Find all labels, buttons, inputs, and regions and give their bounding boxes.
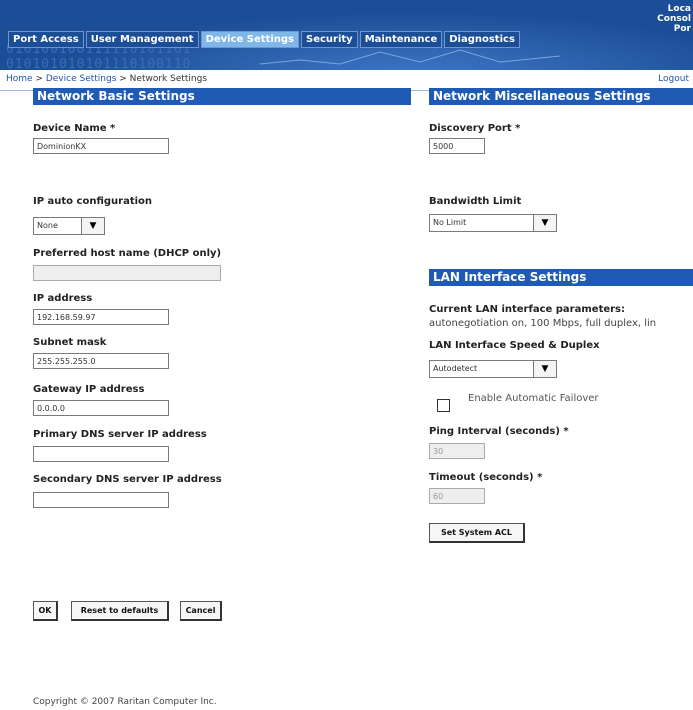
header-line-3: Por bbox=[673, 24, 691, 34]
app-header: 010100100111110101101 010101010101110100… bbox=[0, 0, 693, 70]
bandwidth-limit-select[interactable]: No Limit ▼ bbox=[429, 214, 557, 232]
lan-interface-settings-header: LAN Interface Settings bbox=[429, 269, 693, 286]
cancel-button[interactable]: Cancel bbox=[180, 601, 222, 621]
set-system-acl-button[interactable]: Set System ACL bbox=[429, 523, 525, 543]
ping-interval-input[interactable]: 30 bbox=[429, 443, 485, 459]
enable-failover-checkbox[interactable] bbox=[437, 399, 450, 412]
breadcrumb-separator: > bbox=[116, 74, 130, 84]
bandwidth-limit-label: Bandwidth Limit bbox=[429, 196, 522, 207]
header-console-info: Loca Consol Por bbox=[657, 4, 691, 34]
breadcrumb-separator: > bbox=[32, 74, 46, 84]
discovery-port-input[interactable]: 5000 bbox=[429, 138, 485, 154]
dropdown-arrow-icon[interactable]: ▼ bbox=[81, 218, 104, 234]
timeout-label: Timeout (seconds) * bbox=[429, 472, 543, 483]
bandwidth-limit-value: No Limit bbox=[433, 218, 467, 227]
subnet-mask-label: Subnet mask bbox=[33, 337, 107, 348]
preferred-host-input[interactable] bbox=[33, 265, 221, 281]
tab-user-management[interactable]: User Management bbox=[85, 31, 199, 48]
header-line-2: Consol bbox=[657, 14, 691, 24]
tab-security[interactable]: Security bbox=[301, 31, 358, 48]
ip-address-input[interactable]: 192.168.59.97 bbox=[33, 309, 169, 325]
tab-port-access[interactable]: Port Access bbox=[8, 31, 84, 48]
logout-link[interactable]: Logout bbox=[658, 74, 689, 84]
lan-speed-duplex-select[interactable]: Autodetect ▼ bbox=[429, 360, 557, 378]
subnet-mask-input[interactable]: 255.255.255.0 bbox=[33, 353, 169, 369]
enable-failover-label: Enable Automatic Failover bbox=[468, 393, 599, 404]
breadcrumb: Home > Device Settings > Network Setting… bbox=[6, 74, 207, 84]
network-basic-settings-header: Network Basic Settings bbox=[33, 88, 411, 105]
tab-maintenance[interactable]: Maintenance bbox=[359, 31, 443, 48]
gateway-label: Gateway IP address bbox=[33, 384, 145, 395]
breadcrumb-device-settings-link[interactable]: Device Settings bbox=[46, 74, 117, 84]
breadcrumb-home-link[interactable]: Home bbox=[6, 74, 33, 84]
binary-line-2: 010101010101110100110 bbox=[6, 57, 192, 70]
gateway-input[interactable]: 0.0.0.0 bbox=[33, 400, 169, 416]
discovery-port-label: Discovery Port * bbox=[429, 123, 521, 134]
tab-diagnostics[interactable]: Diagnostics bbox=[444, 31, 520, 48]
ip-auto-config-value: None bbox=[37, 221, 58, 230]
timeout-input[interactable]: 60 bbox=[429, 488, 485, 504]
current-lan-params-label: Current LAN interface parameters: bbox=[429, 304, 626, 315]
tab-device-settings[interactable]: Device Settings bbox=[200, 31, 300, 48]
primary-dns-input[interactable] bbox=[33, 446, 169, 462]
lan-speed-duplex-label: LAN Interface Speed & Duplex bbox=[429, 340, 600, 351]
secondary-dns-input[interactable] bbox=[33, 492, 169, 508]
network-misc-settings-header: Network Miscellaneous Settings bbox=[429, 88, 693, 105]
ip-auto-config-select[interactable]: None ▼ bbox=[33, 217, 105, 235]
lan-speed-duplex-value: Autodetect bbox=[433, 364, 478, 373]
dropdown-arrow-icon[interactable]: ▼ bbox=[533, 215, 556, 231]
header-wave-decoration bbox=[260, 49, 560, 65]
reset-to-defaults-button[interactable]: Reset to defaults bbox=[71, 601, 169, 621]
device-name-label: Device Name * bbox=[33, 123, 116, 134]
header-line-1: Loca bbox=[667, 4, 691, 14]
copyright-text: Copyright © 2007 Raritan Computer Inc. bbox=[33, 697, 217, 707]
device-name-input[interactable]: DominionKX bbox=[33, 138, 169, 154]
primary-dns-label: Primary DNS server IP address bbox=[33, 429, 207, 440]
current-lan-params-value: autonegotiation on, 100 Mbps, full duple… bbox=[429, 318, 657, 329]
ping-interval-label: Ping Interval (seconds) * bbox=[429, 426, 569, 437]
ip-address-label: IP address bbox=[33, 293, 93, 304]
main-nav: Port Access User Management Device Setti… bbox=[8, 31, 522, 48]
breadcrumb-current: Network Settings bbox=[129, 74, 208, 84]
ok-button[interactable]: OK bbox=[33, 601, 58, 621]
preferred-host-label: Preferred host name (DHCP only) bbox=[33, 248, 222, 259]
secondary-dns-label: Secondary DNS server IP address bbox=[33, 474, 222, 485]
dropdown-arrow-icon[interactable]: ▼ bbox=[533, 361, 556, 377]
ip-auto-config-label: IP auto configuration bbox=[33, 196, 153, 207]
